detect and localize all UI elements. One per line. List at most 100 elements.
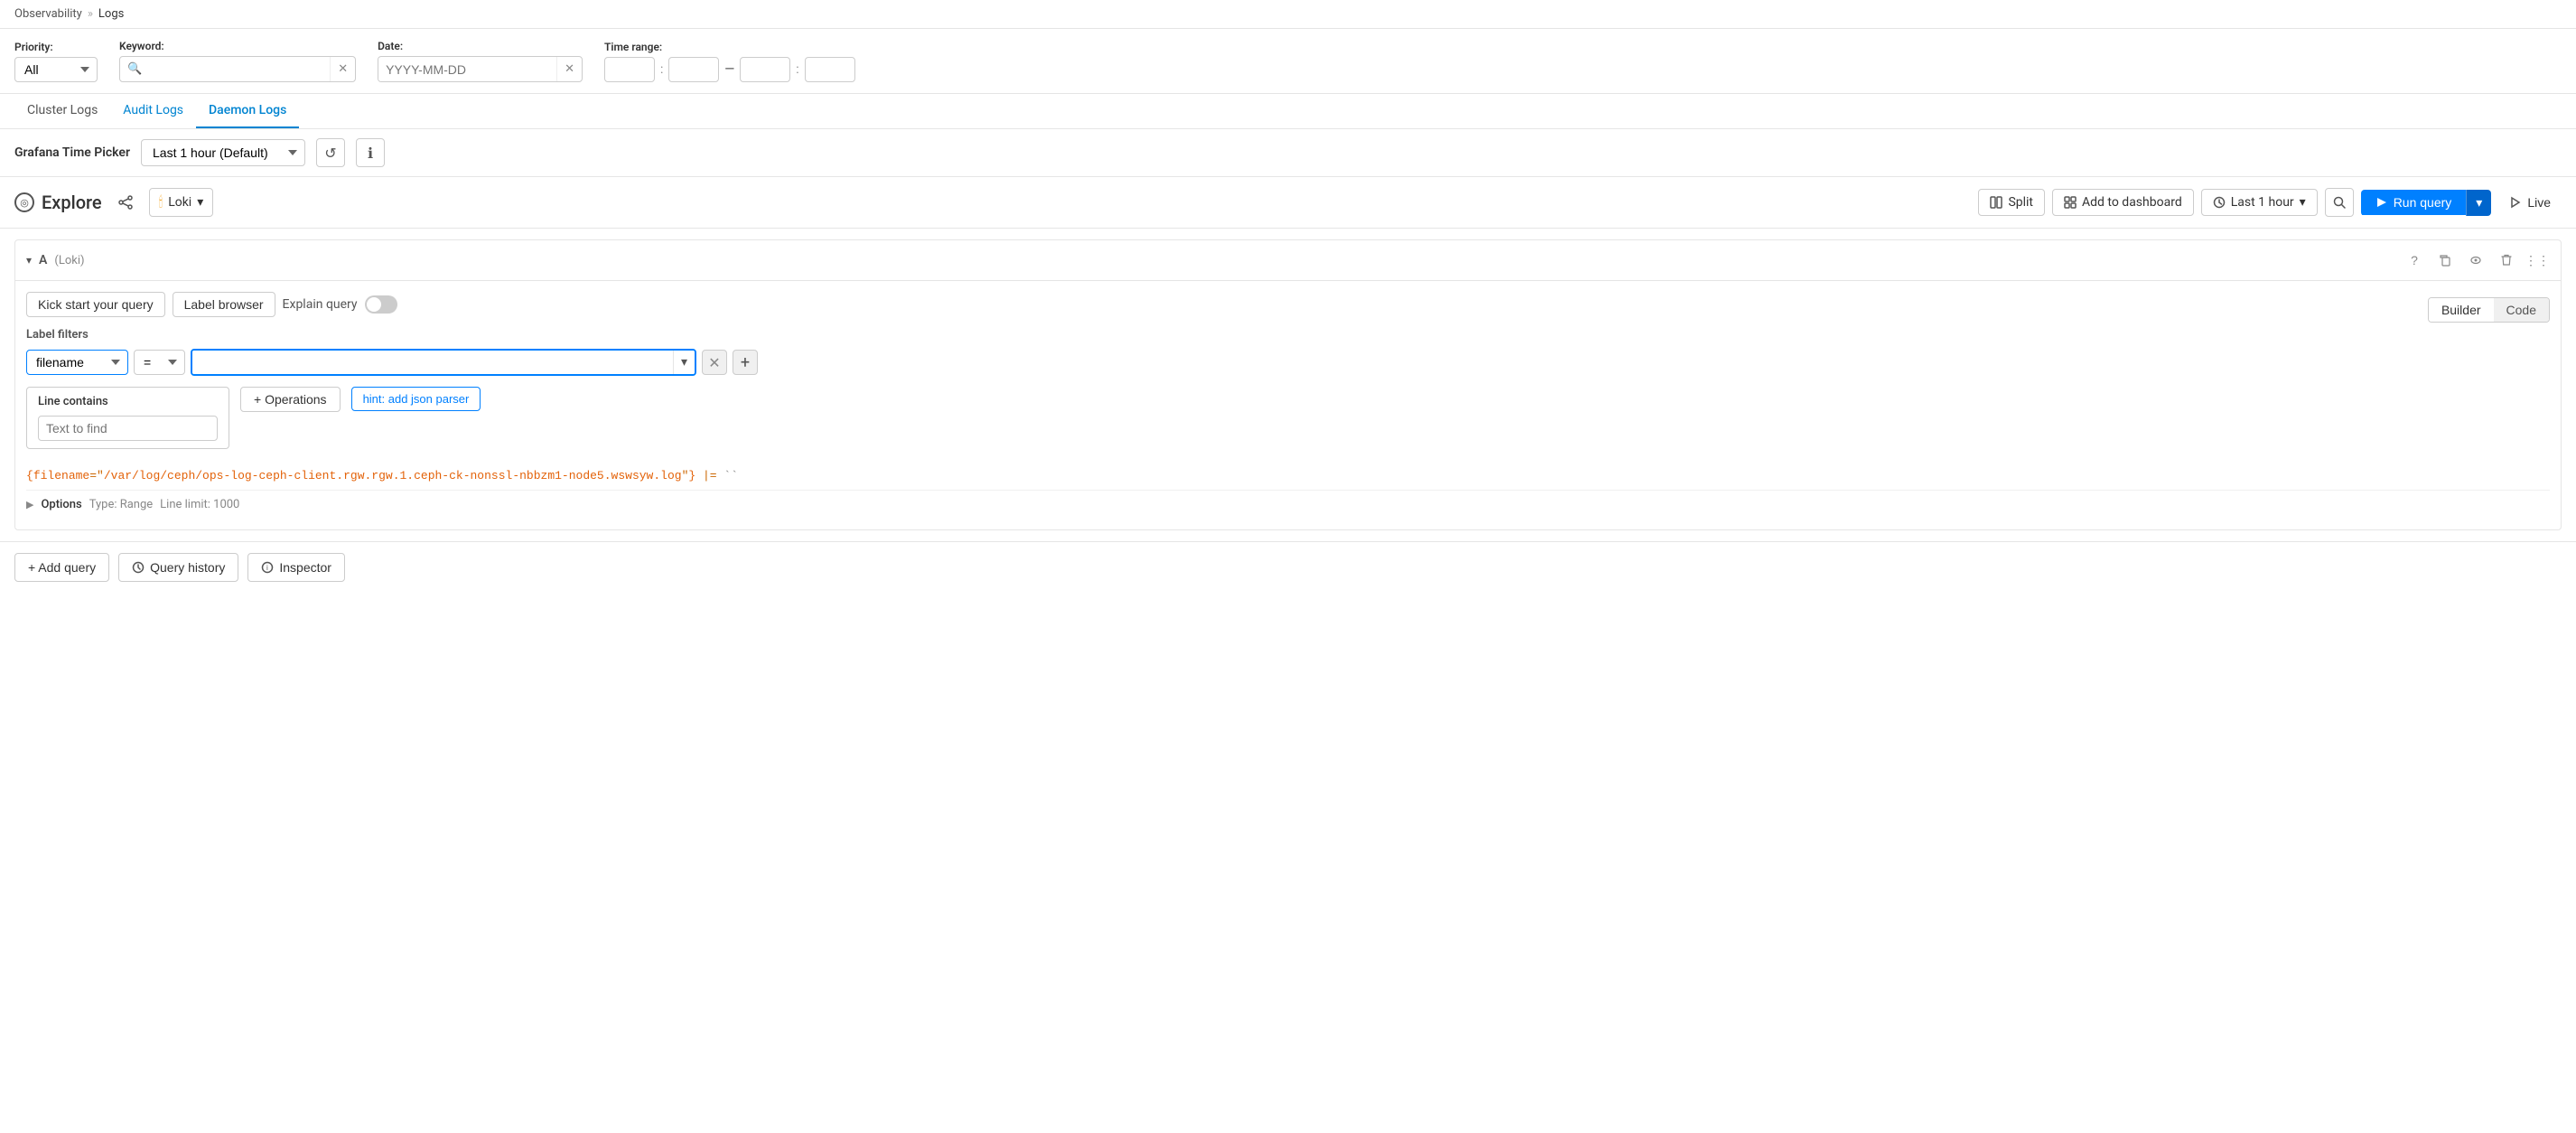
share-btn[interactable] <box>113 190 138 215</box>
query-collapse-btn[interactable]: ▾ <box>26 254 32 267</box>
filter-add-btn[interactable]: + <box>733 350 758 375</box>
page-wrapper: Observability » Logs Priority: All Error… <box>0 0 2576 1133</box>
breadcrumb-separator: » <box>88 7 93 21</box>
filter-value-wrapper: /var/log/ceph/ops-log-ceph-client.rgw.rg… <box>191 349 696 376</box>
time-end-hour[interactable]: 23 <box>740 57 790 82</box>
explore-section: ◎ Explore 🕯 Loki ▾ <box>0 177 2576 593</box>
run-query-main-btn[interactable]: Run query <box>2361 190 2467 215</box>
qs-backticks: `` <box>723 469 738 482</box>
priority-filter-group: Priority: All Error Warning Info Debug <box>14 41 98 82</box>
date-input[interactable] <box>378 58 556 81</box>
priority-label: Priority: <box>14 41 98 53</box>
query-block: ▾ A (Loki) ? ⋮⋮ <box>14 239 2562 530</box>
filter-op-select[interactable]: = != =~ !~ <box>134 350 185 375</box>
time-start-hour[interactable]: 00 <box>604 57 655 82</box>
query-datasource: (Loki) <box>54 254 84 267</box>
tab-cluster-logs[interactable]: Cluster Logs <box>14 94 110 128</box>
filter-remove-btn[interactable]: ✕ <box>702 350 727 375</box>
keyword-filter-group: Keyword: 🔍 ✕ <box>119 40 356 82</box>
keyword-input-wrapper: 🔍 ✕ <box>119 56 356 82</box>
label-filters-title: Label filters <box>26 328 2550 342</box>
explore-search-btn[interactable] <box>2325 188 2354 217</box>
loki-chevron-icon: ▾ <box>197 195 203 210</box>
text-to-find-input[interactable] <box>38 416 218 441</box>
keyword-label: Keyword: <box>119 40 356 52</box>
query-block-header: ▾ A (Loki) ? ⋮⋮ <box>15 240 2561 281</box>
qs-open-brace: { <box>26 469 33 482</box>
qs-equals: =" <box>89 469 104 482</box>
explain-query-toggle-switch[interactable] <box>365 295 397 314</box>
grafana-select-wrapper: Last 5 minutes Last 15 minutes Last 30 m… <box>141 139 305 166</box>
options-arrow-icon: ▶ <box>26 499 33 510</box>
label-filters-section: Label filters filename job namespace pod… <box>26 328 2550 376</box>
inspector-btn[interactable]: i Inspector <box>247 553 345 582</box>
keyword-clear-btn[interactable]: ✕ <box>330 57 355 81</box>
tab-audit-logs[interactable]: Audit Logs <box>110 94 196 128</box>
code-mode-btn[interactable]: Code <box>2494 298 2549 322</box>
tabs-bar: Cluster Logs Audit Logs Daemon Logs <box>0 94 2576 129</box>
tab-daemon-logs[interactable]: Daemon Logs <box>196 94 299 128</box>
hint-add-json-parser-btn[interactable]: hint: add json parser <box>351 387 481 411</box>
add-query-btn[interactable]: + Add query <box>14 553 109 582</box>
operations-btn[interactable]: + Operations <box>240 387 341 412</box>
query-help-btn[interactable]: ? <box>2402 248 2427 273</box>
query-history-label: Query history <box>150 560 225 575</box>
breadcrumb-parent[interactable]: Observability <box>14 7 82 21</box>
filter-bar: Priority: All Error Warning Info Debug K… <box>0 29 2576 94</box>
query-more-btn[interactable]: ⋮⋮ <box>2525 248 2550 273</box>
dashboard-label: Add to dashboard <box>2082 195 2182 210</box>
date-label: Date: <box>378 40 583 52</box>
add-to-dashboard-btn[interactable]: Add to dashboard <box>2052 189 2194 216</box>
time-range-wrapper: 00 : 00 — 23 : 59 <box>604 57 855 82</box>
explore-right: Split Add to dashboard Last 1 hour ▾ <box>1978 188 2562 217</box>
split-btn[interactable]: Split <box>1978 189 2045 216</box>
explore-title: ◎ Explore <box>14 192 102 213</box>
run-query-dropdown-btn[interactable]: ▾ <box>2466 190 2491 216</box>
inspector-label: Inspector <box>279 560 331 575</box>
time-range-filter-group: Time range: 00 : 00 — 23 : 59 <box>604 41 855 82</box>
priority-select[interactable]: All Error Warning Info Debug <box>14 57 98 82</box>
query-visibility-btn[interactable] <box>2463 248 2488 273</box>
loki-datasource-btn[interactable]: 🕯 Loki ▾ <box>149 188 214 217</box>
grafana-info-btn[interactable]: ℹ <box>356 138 385 167</box>
date-filter-group: Date: ✕ <box>378 40 583 82</box>
label-filters-row: filename job namespace pod = != =~ !~ <box>26 349 2550 376</box>
builder-mode-btn[interactable]: Builder <box>2429 298 2494 322</box>
keyword-input[interactable] <box>149 58 330 81</box>
explore-compass-icon: ◎ <box>14 192 34 212</box>
grafana-time-select[interactable]: Last 5 minutes Last 15 minutes Last 30 m… <box>142 140 304 165</box>
live-btn[interactable]: Live <box>2498 190 2562 215</box>
line-contains-section: Line contains + Operations hint: add jso… <box>26 387 2550 449</box>
time-start-minute[interactable]: 00 <box>668 57 719 82</box>
filter-field-select[interactable]: filename job namespace pod <box>26 350 128 375</box>
line-contains-box: Line contains <box>26 387 229 449</box>
options-row[interactable]: ▶ Options Type: Range Line limit: 1000 <box>26 490 2550 519</box>
bottom-bar: + Add query Query history i Inspector <box>0 541 2576 593</box>
time-picker-btn[interactable]: Last 1 hour ▾ <box>2201 189 2318 216</box>
filter-value-input[interactable]: /var/log/ceph/ops-log-ceph-client.rgw.rg… <box>192 351 673 374</box>
date-clear-btn[interactable]: ✕ <box>556 57 582 81</box>
run-query-label: Run query <box>2394 195 2452 210</box>
query-history-btn[interactable]: Query history <box>118 553 238 582</box>
grafana-refresh-btn[interactable]: ↺ <box>316 138 345 167</box>
query-copy-btn[interactable] <box>2432 248 2458 273</box>
query-label: A <box>39 253 47 267</box>
query-block-right: ? ⋮⋮ <box>2402 248 2550 273</box>
toggle-thumb <box>367 297 381 312</box>
time-picker-label: Last 1 hour <box>2231 195 2294 210</box>
mode-buttons: Builder Code <box>2428 297 2550 323</box>
time-range-label: Time range: <box>604 41 855 53</box>
grafana-label: Grafana Time Picker <box>14 145 130 160</box>
query-delete-btn[interactable] <box>2494 248 2519 273</box>
kick-start-btn[interactable]: Kick start your query <box>26 292 165 317</box>
keyword-search-icon: 🔍 <box>120 57 149 81</box>
filter-value-dropdown-btn[interactable]: ▾ <box>673 351 695 374</box>
svg-text:i: i <box>266 564 268 572</box>
time-end-minute[interactable]: 59 <box>805 57 855 82</box>
grafana-bar: Grafana Time Picker Last 5 minutes Last … <box>0 129 2576 177</box>
loki-icon: 🕯 <box>159 193 163 211</box>
label-browser-btn[interactable]: Label browser <box>173 292 275 317</box>
breadcrumb: Observability » Logs <box>0 0 2576 29</box>
run-query-btn[interactable]: Run query ▾ <box>2361 190 2492 216</box>
loki-name: Loki <box>168 195 191 210</box>
